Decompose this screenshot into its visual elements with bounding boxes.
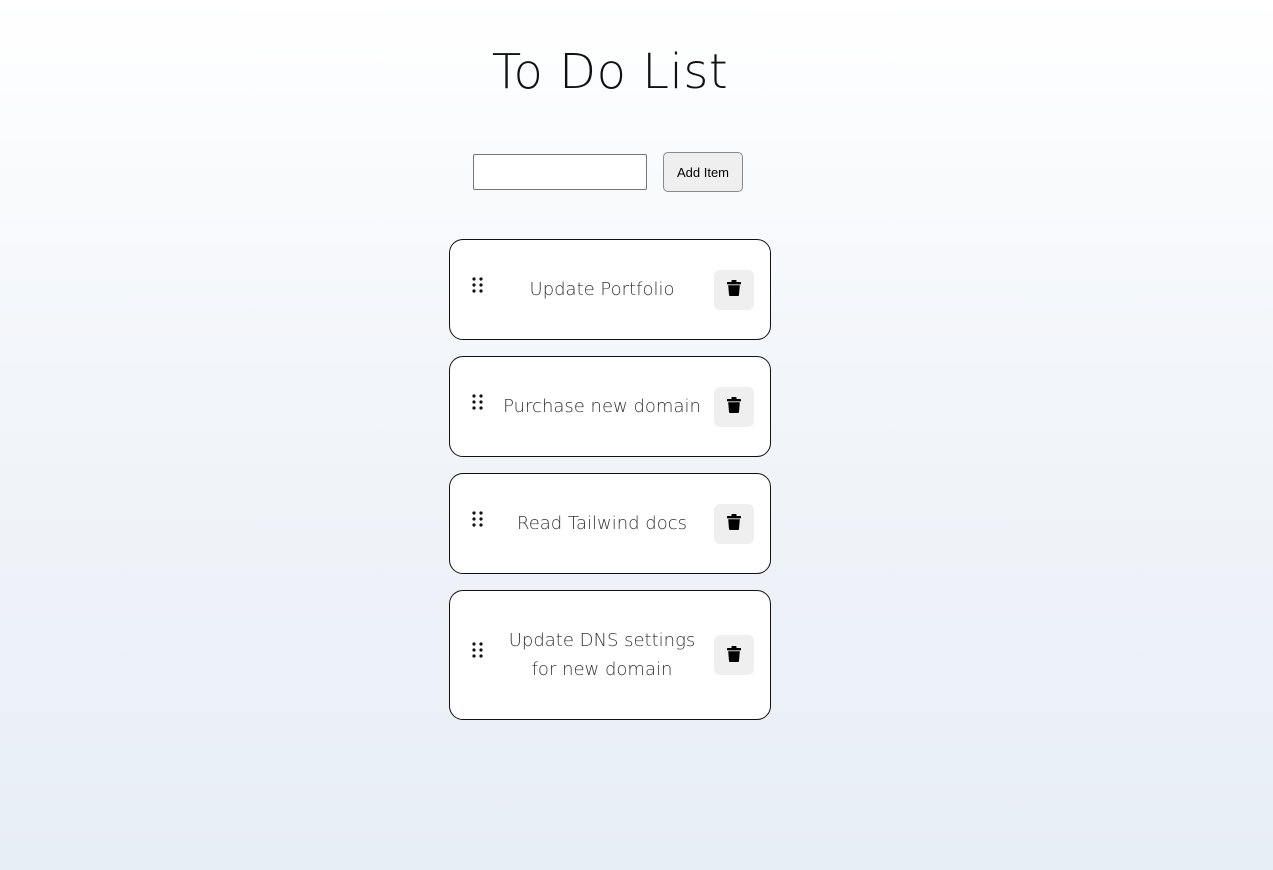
todo-item[interactable]: Purchase new domain <box>449 356 771 457</box>
delete-item-button[interactable] <box>714 386 754 427</box>
trash-icon <box>727 280 741 299</box>
todo-item[interactable]: Update DNS settings for new domain <box>449 590 771 720</box>
todo-item-label: Update Portfolio <box>529 279 675 300</box>
drag-handle-icon[interactable] <box>470 641 486 661</box>
todo-item-label: Purchase new domain <box>503 396 701 417</box>
drag-handle-icon[interactable] <box>470 510 486 530</box>
drag-handle-icon[interactable] <box>470 393 486 413</box>
trash-icon <box>727 514 741 533</box>
trash-icon <box>727 397 741 416</box>
new-item-input[interactable] <box>473 154 647 190</box>
delete-item-button[interactable] <box>714 503 754 544</box>
add-item-button[interactable]: Add Item <box>663 152 743 192</box>
todo-item[interactable]: Read Tailwind docs <box>449 473 771 574</box>
add-item-form: Add Item <box>473 152 743 192</box>
todo-item[interactable]: Update Portfolio <box>449 239 771 340</box>
delete-item-button[interactable] <box>714 635 754 675</box>
todo-item-label: Read Tailwind docs <box>517 513 687 534</box>
page-title: To Do List <box>491 44 729 100</box>
trash-icon <box>727 645 741 665</box>
delete-item-button[interactable] <box>714 269 754 310</box>
todo-list: Update Portfolio Purchase new domain Rea… <box>449 239 771 720</box>
todo-app: To Do List Add Item Update Portfolio Pur… <box>0 0 1273 870</box>
todo-item-label: Update DNS settings for new domain <box>508 630 696 680</box>
drag-handle-icon[interactable] <box>470 276 486 296</box>
